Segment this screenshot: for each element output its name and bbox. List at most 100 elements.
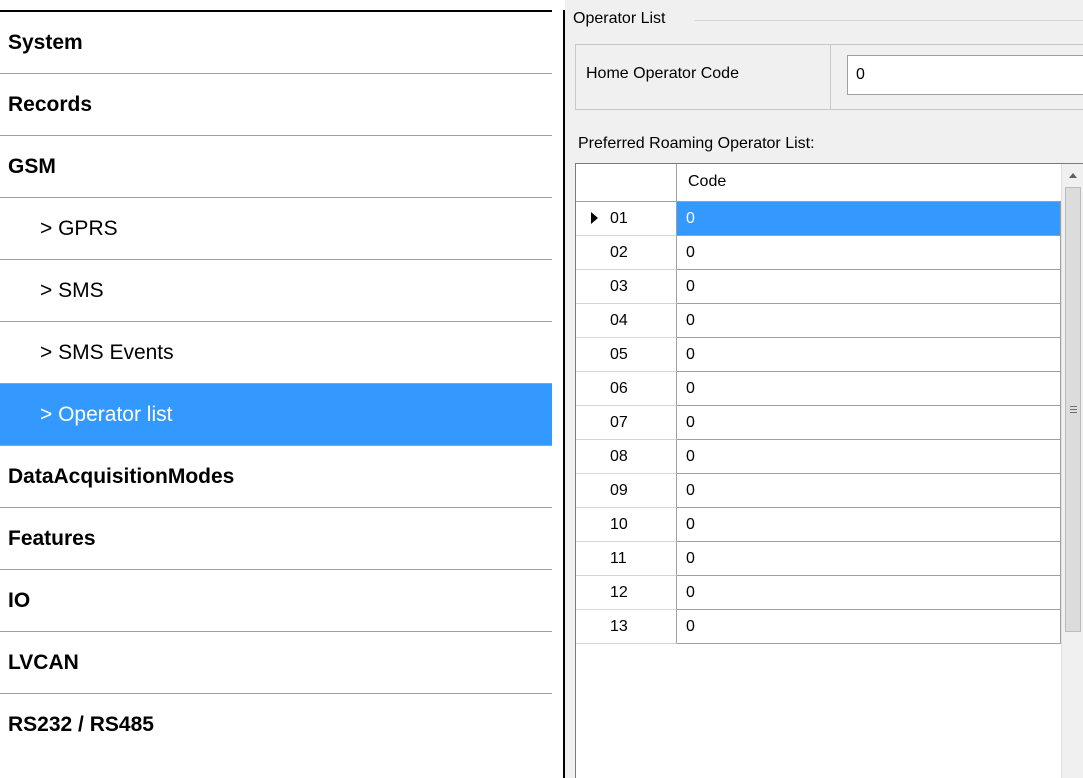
code-value: 0 — [686, 312, 695, 329]
code-value: 0 — [686, 482, 695, 499]
code-cell[interactable]: 0 — [677, 236, 1061, 270]
sidebar-item-label: > Operator list — [40, 402, 173, 426]
table-row: 07 0 — [576, 406, 1061, 440]
row-number: 01 — [610, 210, 628, 227]
sidebar-item-label: GSM — [8, 154, 56, 178]
sidebar-item-features[interactable]: Features — [0, 508, 552, 570]
code-value: 0 — [686, 584, 695, 601]
current-row-arrow-icon — [591, 212, 598, 224]
row-header[interactable]: 08 — [576, 440, 677, 474]
home-operator-cell-divider — [830, 45, 831, 109]
group-title: Operator List — [573, 10, 672, 28]
row-header[interactable]: 02 — [576, 236, 677, 270]
sidebar-item-dataacquisitionmodes[interactable]: DataAcquisitionModes — [0, 446, 552, 508]
row-number: 08 — [610, 448, 628, 465]
sidebar-item-operator-list[interactable]: > Operator list — [0, 384, 552, 446]
grip-line-icon — [1070, 412, 1077, 413]
code-cell[interactable]: 0 — [677, 508, 1061, 542]
sidebar-item-label: RS232 / RS485 — [8, 713, 154, 736]
roaming-list-label: Preferred Roaming Operator List: — [578, 135, 815, 152]
sidebar-item-label: DataAcquisitionModes — [8, 464, 235, 488]
row-header[interactable]: 07 — [576, 406, 677, 440]
code-cell[interactable]: 0 — [677, 202, 1061, 236]
row-number: 12 — [610, 584, 628, 601]
scroll-thumb[interactable] — [1065, 187, 1081, 632]
code-value: 0 — [686, 278, 695, 295]
sidebar-item-label: Features — [8, 526, 96, 550]
code-cell[interactable]: 0 — [677, 610, 1061, 644]
sidebar-item-label: Records — [8, 92, 93, 116]
table-row: 01 0 — [576, 202, 1061, 236]
table-row: 09 0 — [576, 474, 1061, 508]
code-cell[interactable]: 0 — [677, 576, 1061, 610]
code-cell[interactable]: 0 — [677, 270, 1061, 304]
row-header[interactable]: 10 — [576, 508, 677, 542]
code-cell[interactable]: 0 — [677, 474, 1061, 508]
row-number: 06 — [610, 380, 628, 397]
code-cell[interactable]: 0 — [677, 440, 1061, 474]
grid-corner-header[interactable] — [576, 164, 677, 201]
table-row: 05 0 — [576, 338, 1061, 372]
home-operator-input[interactable] — [847, 55, 1083, 95]
table-row: 03 0 — [576, 270, 1061, 304]
table-row: 06 0 — [576, 372, 1061, 406]
sidebar-item-label: LVCAN — [8, 650, 79, 674]
sidebar-item-gprs[interactable]: > GPRS — [0, 198, 552, 260]
code-cell[interactable]: 0 — [677, 372, 1061, 406]
sidebar-item-sms-events[interactable]: > SMS Events — [0, 322, 552, 384]
code-value: 0 — [686, 380, 695, 397]
sidebar-item-rs232-rs485[interactable]: RS232 / RS485 — [0, 694, 552, 756]
sidebar-item-io[interactable]: IO — [0, 570, 552, 632]
row-number: 03 — [610, 278, 628, 295]
sidebar-item-label: > SMS — [40, 278, 104, 302]
sidebar-item-label: > GPRS — [40, 216, 118, 240]
row-number: 04 — [610, 312, 628, 329]
code-cell[interactable]: 0 — [677, 338, 1061, 372]
sidebar-item-label: > SMS Events — [40, 340, 174, 364]
row-header[interactable]: 03 — [576, 270, 677, 304]
row-header[interactable]: 05 — [576, 338, 677, 372]
sidebar-item-records[interactable]: Records — [0, 74, 552, 136]
table-row: 08 0 — [576, 440, 1061, 474]
row-number: 05 — [610, 346, 628, 363]
table-row: 11 0 — [576, 542, 1061, 576]
column-header-code[interactable]: Code — [688, 173, 726, 191]
table-row: 02 0 — [576, 236, 1061, 270]
sidebar-item-label: IO — [8, 588, 31, 612]
sidebar-nav: System Records GSM > GPRS > SMS > SMS Events >… — [0, 10, 552, 778]
row-header[interactable]: 04 — [576, 304, 677, 338]
row-number: 11 — [610, 550, 627, 567]
row-header[interactable]: 09 — [576, 474, 677, 508]
row-header[interactable]: 13 — [576, 610, 677, 644]
group-divider — [695, 20, 1083, 21]
row-number: 13 — [610, 618, 628, 635]
sidebar-item-lvcan[interactable]: LVCAN — [0, 632, 552, 694]
grid-header: Code — [576, 164, 1061, 202]
vertical-scrollbar[interactable] — [1061, 164, 1083, 778]
code-value: 0 — [686, 516, 695, 533]
home-operator-label: Home Operator Code — [586, 65, 739, 82]
grip-line-icon — [1070, 409, 1077, 410]
row-header[interactable]: 12 — [576, 576, 677, 610]
row-header[interactable]: 01 — [576, 202, 677, 236]
code-value: 0 — [686, 618, 695, 635]
table-row: 13 0 — [576, 610, 1061, 644]
code-value: 0 — [686, 414, 695, 431]
operator-list-panel: Operator List Home Operator Code Preferr… — [565, 0, 1083, 778]
grip-line-icon — [1070, 406, 1077, 407]
row-number: 10 — [610, 516, 628, 533]
app-window: System Records GSM > GPRS > SMS > SMS Events >… — [0, 0, 1083, 778]
code-value: 0 — [686, 448, 695, 465]
sidebar-item-gsm[interactable]: GSM — [0, 136, 552, 198]
roaming-operator-grid: Code 01 0 02 0 03 0 04 0 05 0 06 0 07 0 08 0 09 0 10 0 11 0 12… — [575, 163, 1083, 778]
sidebar-item-system[interactable]: System — [0, 12, 552, 74]
code-cell[interactable]: 0 — [677, 304, 1061, 338]
code-value: 0 — [686, 550, 695, 567]
code-cell[interactable]: 0 — [677, 406, 1061, 440]
sidebar-item-sms[interactable]: > SMS — [0, 260, 552, 322]
row-header[interactable]: 06 — [576, 372, 677, 406]
scroll-up-arrow-icon[interactable] — [1062, 164, 1083, 186]
home-operator-row: Home Operator Code — [575, 44, 1083, 110]
row-header[interactable]: 11 — [576, 542, 677, 576]
code-cell[interactable]: 0 — [677, 542, 1061, 576]
